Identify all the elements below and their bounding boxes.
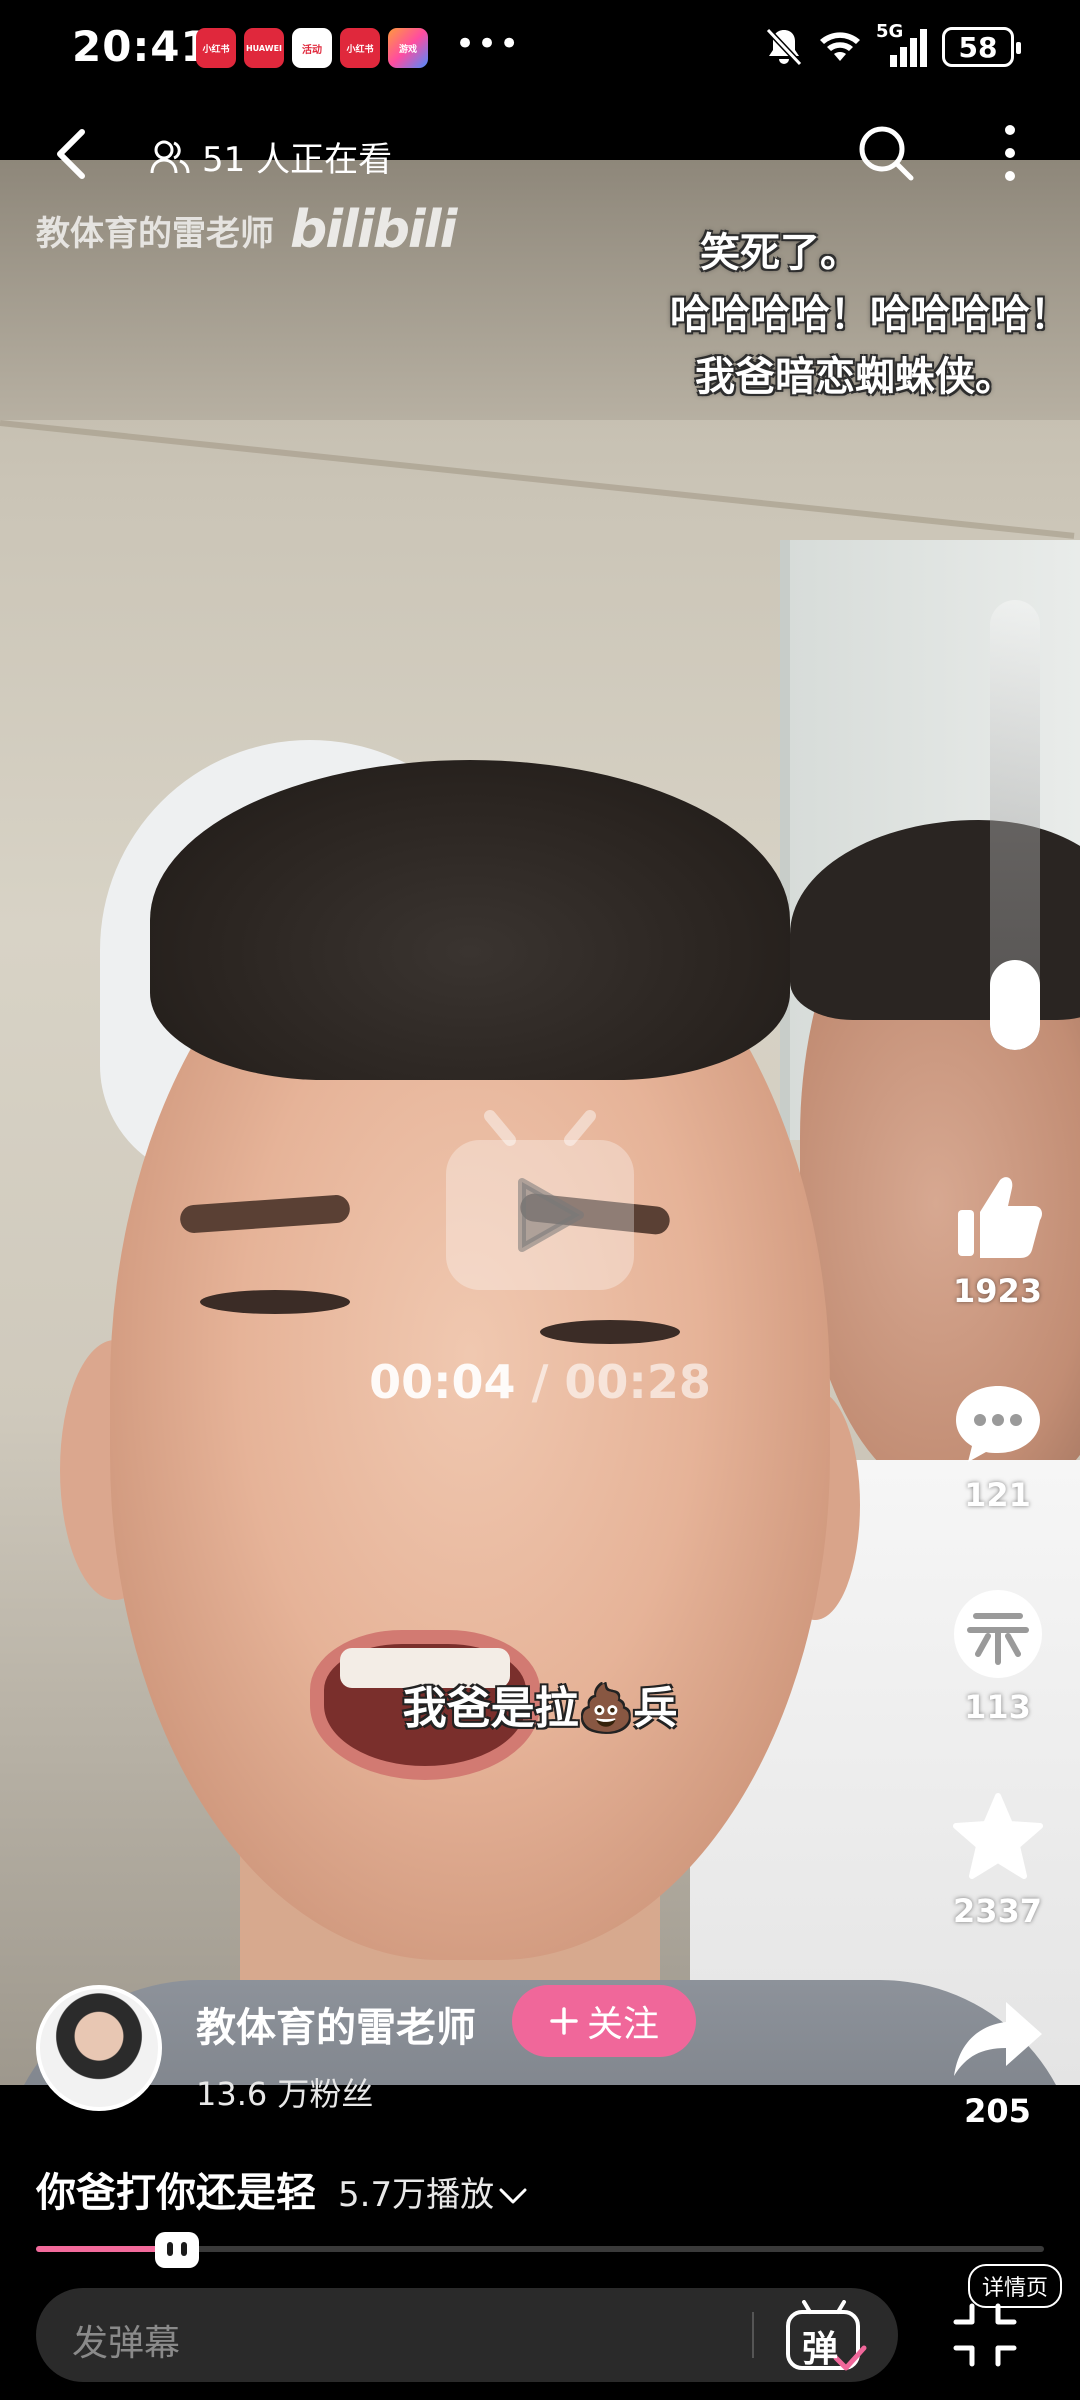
watermark-channel: 教体育的雷老师 (36, 213, 274, 254)
time-display: 00:04 / 00:28 (0, 1355, 1080, 1409)
video-boy-hair (150, 760, 790, 1080)
signal-icon: 5G (876, 21, 928, 67)
comment-count: 121 (964, 1476, 1031, 1514)
video-watermark: 教体育的雷老师 bilibili (36, 200, 457, 260)
favorite-button[interactable]: 2337 (940, 1790, 1055, 1930)
favorite-count: 2337 (952, 1892, 1043, 1930)
wifi-icon (820, 32, 860, 61)
video-title-row[interactable]: 你爸打你还是轻 5.7万播放 (36, 2160, 528, 2218)
more-notifications-icon: ••• (455, 24, 522, 64)
search-button[interactable] (855, 122, 917, 184)
author-name[interactable]: 教体育的雷老师 (196, 1995, 476, 2053)
video-caption-overlay: 笑死了。 哈哈哈哈！哈哈哈哈！ 我爸暗恋蜘蛛侠。 (670, 222, 1070, 408)
more-menu-button[interactable] (990, 122, 1030, 184)
viewer-count: 51 人正在看 (150, 132, 392, 181)
follow-label: 关注 (586, 2003, 659, 2044)
video-subtitle: 我爸是拉💩兵 (402, 1683, 678, 1734)
people-icon (150, 140, 190, 173)
volume-fill (990, 960, 1040, 1050)
danmaku-toggle-button[interactable]: 弹 (784, 2300, 868, 2374)
danmaku-toggle-label: 弹 (802, 2329, 839, 2370)
like-button[interactable]: 1923 (940, 1170, 1055, 1310)
follow-button[interactable]: 关注 (512, 1985, 696, 2057)
game-notification-icon: 游戏 (388, 28, 428, 68)
fan-count: 13.6 万粉丝 (196, 2075, 374, 2113)
caption-line-1: 笑死了。 (700, 230, 860, 276)
video-boy-eye-left (200, 1290, 350, 1314)
star-icon (952, 1793, 1043, 1879)
back-button[interactable] (44, 126, 100, 182)
coin-count: 113 (964, 1688, 1031, 1726)
danmaku-divider (752, 2312, 754, 2358)
progress-thumb[interactable] (153, 2228, 201, 2270)
status-time: 20:41 (72, 22, 211, 71)
battery-level: 58 (958, 30, 998, 64)
top-nav: 51 人正在看 (0, 100, 1080, 210)
mute-icon (765, 27, 803, 67)
huawei-notification-icon: HUAWEI (244, 28, 284, 68)
author-avatar[interactable] (36, 1985, 162, 2111)
video-wall-line (0, 420, 1075, 539)
video-boy-eye-right (540, 1320, 680, 1344)
play-button[interactable] (440, 1110, 640, 1300)
time-separator: / (531, 1355, 549, 1409)
bilibili-logo: bilibili (290, 200, 457, 260)
exit-fullscreen-button[interactable] (950, 2300, 1020, 2370)
xiaohongshu-notification-icon-2: 小红书 (340, 28, 380, 68)
status-bar: 20:41 小红书 HUAWEI 活动 小红书 游戏 ••• 5G 58 (0, 0, 1080, 100)
share-button[interactable]: 205 (940, 1996, 1055, 2130)
chevron-down-icon (499, 2188, 527, 2204)
coin-icon (953, 1590, 1042, 1678)
volume-slider[interactable] (990, 600, 1040, 1050)
current-time: 00:04 (369, 1355, 516, 1409)
viewer-count-text: 51 人正在看 (202, 140, 393, 180)
system-icons: 5G 58 (764, 21, 1021, 68)
comment-icon (955, 1386, 1040, 1462)
danmaku-input[interactable]: 发弹幕 (72, 2314, 180, 2366)
comment-button[interactable]: 121 (940, 1380, 1055, 1514)
notification-icons: 小红书 HUAWEI 活动 小红书 游戏 (196, 28, 428, 68)
total-time: 00:28 (564, 1355, 711, 1409)
caption-line-2: 哈哈哈哈！哈哈哈哈！ (670, 292, 1070, 338)
play-count: 5.7万播放 (338, 2175, 495, 2215)
promo-notification-icon: 活动 (292, 28, 332, 68)
battery-icon: 58 (942, 27, 1021, 67)
plus-icon (550, 2007, 578, 2035)
share-icon (953, 2002, 1042, 2076)
share-count: 205 (964, 2092, 1031, 2130)
like-count: 1923 (952, 1272, 1043, 1310)
xiaohongshu-notification-icon: 小红书 (196, 28, 236, 68)
thumbs-up-icon (957, 1177, 1042, 1258)
danmaku-bar: 发弹幕 弹 (36, 2288, 898, 2382)
caption-line-3: 我爸暗恋蜘蛛侠。 (695, 354, 1015, 400)
coin-button[interactable]: 113 (940, 1586, 1055, 1726)
video-title: 你爸打你还是轻 (36, 2170, 316, 2216)
